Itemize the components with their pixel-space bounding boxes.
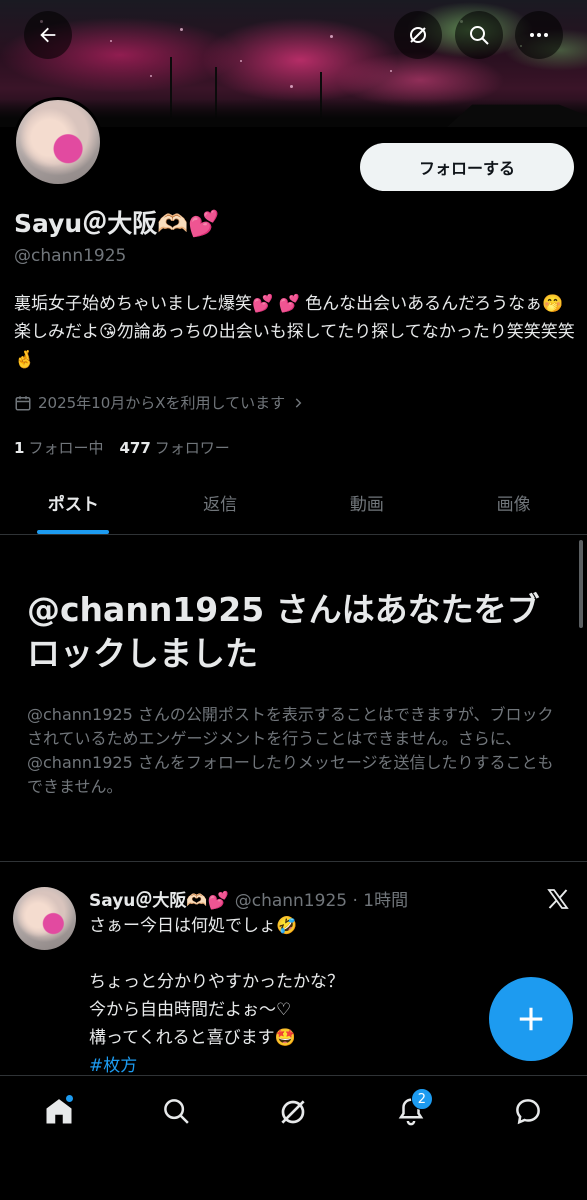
back-arrow-icon xyxy=(40,27,56,43)
calendar-icon xyxy=(15,395,31,410)
search-button[interactable] xyxy=(455,11,503,59)
bottom-nav: 2 xyxy=(0,1075,587,1200)
following-label: フォロー中 xyxy=(28,439,104,457)
divider xyxy=(0,861,587,862)
post-line: さぁー今日は何処でしょ🤣 xyxy=(89,916,298,936)
search-icon xyxy=(164,1099,189,1124)
tab-images[interactable]: 画像 xyxy=(440,470,587,534)
tab-videos[interactable]: 動画 xyxy=(294,470,441,534)
profile-handle: @chann1925 xyxy=(14,246,127,266)
post-body[interactable]: さぁー今日は何処でしょ🤣 ちょっと分かりやすかったかな？ 今から自由時間だよぉ〜… xyxy=(89,912,529,1080)
follow-stats: 1 フォロー中 477 フォロワー xyxy=(14,437,230,458)
followers-label: フォロワー xyxy=(154,439,230,457)
post-avatar[interactable] xyxy=(13,887,76,950)
profile-tabs: ポスト 返信 動画 画像 xyxy=(0,470,587,535)
avatar-image xyxy=(16,100,100,184)
post-header: Sayu＠大阪🫶🏻💕 @chann1925 · 1時間 xyxy=(89,886,408,911)
search-icon xyxy=(470,26,489,45)
following-link[interactable]: 1 フォロー中 xyxy=(14,437,103,458)
joined-date[interactable]: 2025年10月からXを利用しています xyxy=(14,392,305,413)
nav-grok[interactable] xyxy=(263,1096,323,1146)
followers-link[interactable]: 477 フォロワー xyxy=(119,437,229,458)
home-unread-dot xyxy=(64,1094,74,1103)
nav-explore[interactable] xyxy=(146,1096,206,1146)
more-button[interactable] xyxy=(515,11,563,59)
tab-replies[interactable]: 返信 xyxy=(147,470,294,534)
blocked-title: @chann1925 さんはあなたをブロックしました xyxy=(27,590,540,673)
follow-button[interactable]: フォローする xyxy=(360,143,574,191)
grok-button[interactable] xyxy=(394,11,442,59)
plus-icon xyxy=(519,1007,543,1031)
scrollbar[interactable] xyxy=(579,540,583,628)
notification-badge: 2 xyxy=(410,1088,433,1110)
chevron-right-icon xyxy=(295,397,302,408)
grok-icon xyxy=(410,27,426,43)
nav-messages[interactable] xyxy=(498,1096,558,1146)
post-line xyxy=(89,940,529,968)
chat-icon xyxy=(516,1099,541,1125)
more-icon xyxy=(530,33,548,37)
profile-bio: 裏垢女子始めちゃいました爆笑💕 💕 色んな出会いあるんだろうなぁ🤭楽しみだよ😘勿… xyxy=(14,294,575,370)
profile-avatar[interactable] xyxy=(13,97,103,187)
x-logo-icon xyxy=(547,889,569,909)
compose-button[interactable] xyxy=(489,977,573,1061)
profile-name: Sayu＠大阪🫶🏻💕 xyxy=(14,209,220,238)
post-line: 今から自由時間だよぉ〜♡ xyxy=(89,1000,292,1020)
tab-posts[interactable]: ポスト xyxy=(0,470,147,534)
grok-icon xyxy=(281,1100,306,1124)
following-count: 1 xyxy=(14,439,25,457)
post-line: ちょっと分かりやすかったかな？ xyxy=(89,972,344,992)
nav-notifications[interactable]: 2 xyxy=(381,1088,441,1146)
joined-text: 2025年10月からXを利用しています xyxy=(38,394,286,412)
followers-count: 477 xyxy=(119,439,151,457)
post-meta: @chann1925 · 1時間 xyxy=(234,891,409,911)
blocked-description: @chann1925 さんの公開ポストを表示することはできますが、ブロックされて… xyxy=(27,705,554,796)
post-line: 構ってくれると喜びます🤩 xyxy=(89,1028,296,1048)
post-author-name[interactable]: Sayu＠大阪🫶🏻💕 xyxy=(89,886,229,911)
nav-home[interactable] xyxy=(29,1094,89,1146)
back-button[interactable] xyxy=(24,11,72,59)
